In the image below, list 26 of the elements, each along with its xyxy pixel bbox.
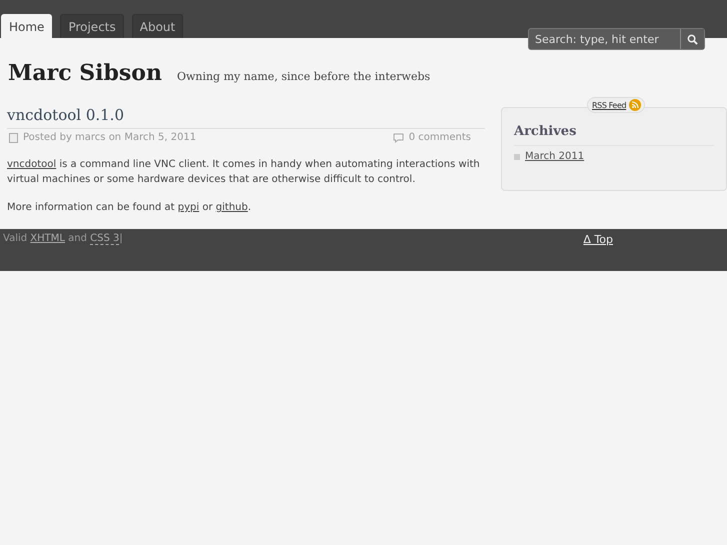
back-to-top-link[interactable]: Δ Top <box>583 233 613 246</box>
rss-icon <box>629 99 642 111</box>
archive-link[interactable]: March 2011 <box>512 151 716 162</box>
nav-tab[interactable]: Home <box>1 14 52 38</box>
speech-bubble-icon <box>392 132 404 142</box>
text-link[interactable]: XHTML <box>30 233 65 244</box>
nav-tab[interactable]: About <box>132 14 184 38</box>
search-field[interactable]: Search: type, hit enter <box>528 28 705 50</box>
post-paragraph: More information can be found at pypi or github. <box>7 201 252 215</box>
bullet-icon <box>514 154 520 160</box>
text-link[interactable]: vncdotool <box>7 159 56 170</box>
site-title: Marc Sibson <box>8 60 162 86</box>
post-meta: Posted by marcs on March 5, 2011 <box>23 132 196 143</box>
search-button[interactable] <box>680 29 704 49</box>
page-icon <box>9 132 18 142</box>
search-icon <box>687 34 698 44</box>
post-paragraph: vncdotool is a command line VNC client. It comes in handy when automating interactions with virtual machines or some hardware devices that are otherwise difficult to control. <box>7 158 481 187</box>
text-link[interactable]: github <box>216 202 248 213</box>
rss-feed-link[interactable]: RSS Feed <box>587 97 646 113</box>
nav-tab[interactable]: Projects <box>60 14 124 38</box>
footer-credits: Valid XHTML and CSS 3| <box>3 233 123 244</box>
post-title: vncdotool 0.1.0 <box>7 106 125 124</box>
site-tagline: Owning my name, since before the interwebs <box>176 70 430 83</box>
widget-title: Archives <box>514 124 714 146</box>
text-link[interactable]: pypi <box>178 202 200 213</box>
abbreviation: CSS 3 <box>90 233 120 245</box>
